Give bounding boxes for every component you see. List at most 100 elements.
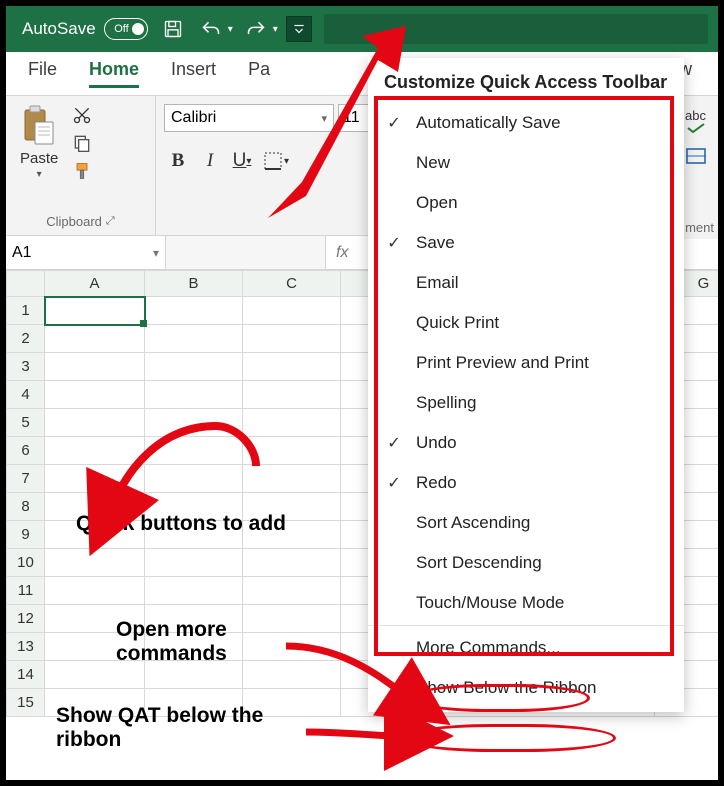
cut-button[interactable] [70,104,94,126]
select-all-corner[interactable] [7,271,45,297]
qat-menu-item[interactable]: ✓Save [368,223,684,263]
col-header-C[interactable]: C [243,271,341,297]
bold-button[interactable]: B [164,148,192,174]
qat-menu-item[interactable]: Touch/Mouse Mode [368,583,684,623]
qat-menu-item[interactable]: Sort Descending [368,543,684,583]
qat-menu-item[interactable]: New [368,143,684,183]
paste-caret-icon[interactable]: ▾ [37,169,42,180]
row-header[interactable]: 12 [7,605,45,633]
paste-button[interactable]: Paste ▾ [14,100,64,184]
clipboard-launcher[interactable]: ⤢ [106,215,115,228]
row-header[interactable]: 4 [7,381,45,409]
borders-button[interactable]: ▾ [260,148,293,174]
row-header[interactable]: 15 [7,689,45,717]
row-header[interactable]: 9 [7,521,45,549]
qat-menu-item[interactable]: Email [368,263,684,303]
menu-show-below-ribbon[interactable]: Show Below the Ribbon [368,668,684,708]
undo-button[interactable] [196,14,226,44]
customize-qat-button[interactable] [286,16,312,42]
cell[interactable] [243,521,341,549]
col-header-A[interactable]: A [45,271,145,297]
cell[interactable] [145,633,243,661]
qat-menu-item[interactable]: ✓Automatically Save [368,103,684,143]
undo-caret-icon[interactable]: ▾ [228,24,233,35]
qat-menu-item[interactable]: Quick Print [368,303,684,343]
name-box[interactable]: A1 ▾ [6,236,166,269]
cell[interactable] [145,325,243,353]
cell[interactable] [145,661,243,689]
row-header[interactable]: 1 [7,297,45,325]
cell[interactable] [243,297,341,325]
row-header[interactable]: 13 [7,633,45,661]
row-header[interactable]: 14 [7,661,45,689]
qat-menu-item[interactable]: ✓Undo [368,423,684,463]
cell[interactable] [145,297,243,325]
cell[interactable] [243,437,341,465]
tab-page-layout-partial[interactable]: Pa [234,55,284,92]
row-header[interactable]: 3 [7,353,45,381]
cell[interactable] [243,409,341,437]
cell[interactable] [45,381,145,409]
qat-menu-item[interactable]: ✓Redo [368,463,684,503]
cell[interactable] [45,549,145,577]
row-header[interactable]: 8 [7,493,45,521]
col-header-B[interactable]: B [145,271,243,297]
font-name-select[interactable]: Calibri ▾ [164,104,334,132]
tab-file[interactable]: File [14,55,71,92]
fx-icon[interactable]: fx [326,244,358,262]
cell[interactable] [145,521,243,549]
name-box-caret-icon[interactable]: ▾ [153,246,159,260]
tab-home[interactable]: Home [75,55,153,92]
cell[interactable] [243,689,341,717]
cell[interactable] [243,577,341,605]
cell[interactable] [45,689,145,717]
row-header[interactable]: 2 [7,325,45,353]
cell[interactable] [145,493,243,521]
cell[interactable] [145,605,243,633]
qat-menu-item[interactable]: Sort Ascending [368,503,684,543]
qat-menu-item[interactable]: Spelling [368,383,684,423]
format-painter-button[interactable] [70,160,94,182]
cell[interactable] [145,381,243,409]
cell[interactable] [243,465,341,493]
cell[interactable] [45,297,145,325]
cell[interactable] [145,689,243,717]
cell[interactable] [45,409,145,437]
cell[interactable] [45,437,145,465]
row-header[interactable]: 11 [7,577,45,605]
italic-button[interactable]: I [196,148,224,174]
cell[interactable] [243,325,341,353]
tab-insert[interactable]: Insert [157,55,230,92]
cell[interactable] [145,577,243,605]
cell[interactable] [243,605,341,633]
cell[interactable] [45,465,145,493]
cell[interactable] [45,661,145,689]
redo-split-button[interactable]: ▾ [241,14,278,44]
cell[interactable] [243,493,341,521]
cell[interactable] [45,633,145,661]
cell[interactable] [145,353,243,381]
cell[interactable] [145,409,243,437]
cell[interactable] [243,353,341,381]
cell[interactable] [145,549,243,577]
cell[interactable] [45,325,145,353]
spelling-peek-icon[interactable]: abc [685,108,706,133]
redo-caret-icon[interactable]: ▾ [273,24,278,35]
cell[interactable] [243,633,341,661]
qat-menu-item[interactable]: Open [368,183,684,223]
peek-button-2[interactable] [685,147,707,165]
autosave-switch[interactable]: Off [104,18,148,40]
cell[interactable] [45,577,145,605]
copy-button[interactable] [70,132,94,154]
autosave-toggle[interactable]: AutoSave Off [22,18,148,40]
cell[interactable] [45,605,145,633]
row-header[interactable]: 6 [7,437,45,465]
cell[interactable] [145,465,243,493]
underline-button[interactable]: U ▾ [228,148,256,174]
undo-split-button[interactable]: ▾ [196,14,233,44]
save-button[interactable] [158,14,188,44]
cell[interactable] [243,381,341,409]
row-header[interactable]: 10 [7,549,45,577]
cell[interactable] [145,437,243,465]
row-header[interactable]: 5 [7,409,45,437]
